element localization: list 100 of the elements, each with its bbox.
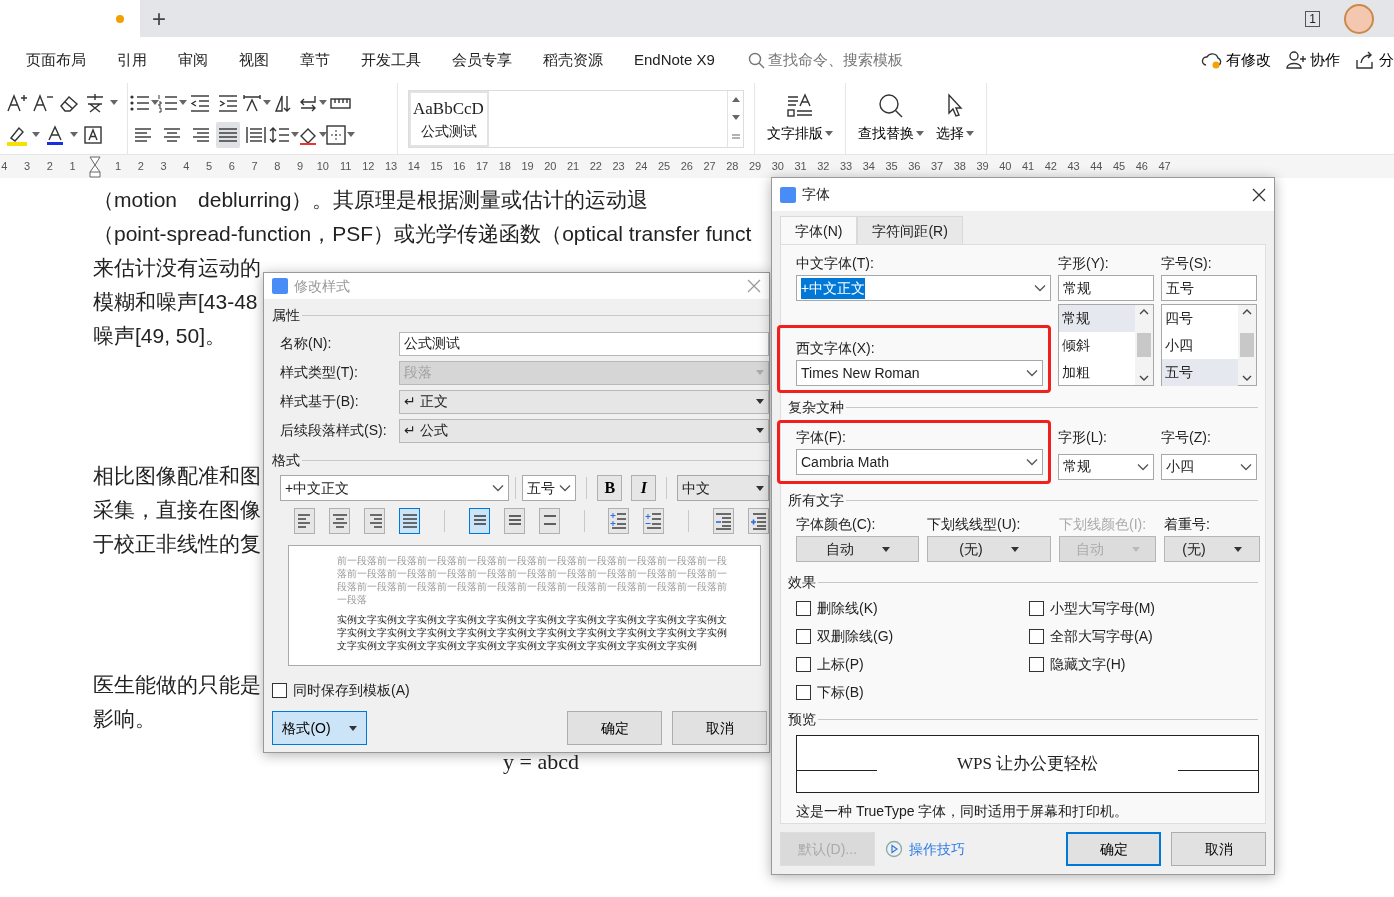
list-item[interactable]: 小四 xyxy=(1162,332,1238,359)
menu-tab[interactable]: 页面布局 xyxy=(26,48,86,72)
close-icon[interactable] xyxy=(1252,187,1266,202)
justify-button[interactable] xyxy=(398,508,420,534)
menu-tab[interactable]: 开发工具 xyxy=(361,48,421,72)
space-remove-button[interactable] xyxy=(643,508,665,534)
font-style-field[interactable]: 常规 xyxy=(1058,275,1154,301)
font-size-dropdown[interactable]: 小四 xyxy=(1161,453,1257,480)
font-style-dropdown[interactable]: 常规 xyxy=(1058,453,1154,480)
checkbox[interactable] xyxy=(1029,657,1044,672)
cancel-button[interactable]: 取消 xyxy=(672,711,767,745)
size-dropdown[interactable]: 五号 xyxy=(522,475,577,501)
justify-button[interactable] xyxy=(216,121,240,148)
search-field[interactable]: 查找命令、搜索模板 xyxy=(747,48,918,72)
bold-button[interactable]: B xyxy=(597,475,623,501)
dropdown-button[interactable]: (无) xyxy=(927,536,1051,562)
double-spacing-button[interactable] xyxy=(538,508,560,534)
ruler-number: 2 xyxy=(136,159,145,175)
menu-tab[interactable]: 章节 xyxy=(300,48,330,72)
checkbox[interactable] xyxy=(796,685,811,700)
style-dropdown[interactable]: ↵ 正文 xyxy=(399,389,769,414)
font-dropdown[interactable]: Cambria Math xyxy=(796,449,1043,475)
list-item[interactable]: 倾斜 xyxy=(1059,332,1135,359)
format-menu-button[interactable]: 格式(O) xyxy=(272,711,367,745)
select-button[interactable]: 选择 xyxy=(930,83,980,154)
borders-icon[interactable] xyxy=(325,123,347,146)
page-count-button[interactable]: 1 xyxy=(1305,10,1320,27)
dropdown-button[interactable]: (无) xyxy=(1164,536,1260,562)
scroll-up-icon[interactable] xyxy=(731,97,740,103)
single-spacing-button[interactable] xyxy=(468,508,490,534)
list-item[interactable]: 四号 xyxy=(1162,305,1238,332)
scrollbar-thumb[interactable] xyxy=(1137,333,1151,357)
align-right-button[interactable] xyxy=(363,508,385,534)
menu-tab[interactable]: 审阅 xyxy=(178,48,208,72)
field-label: 中文字体(T): xyxy=(796,254,875,273)
checkbox[interactable] xyxy=(272,683,287,698)
text-layout-button[interactable]: 文字排版 xyxy=(761,83,839,154)
app-logo-icon xyxy=(780,186,796,203)
checkbox[interactable] xyxy=(796,601,811,616)
indent-increase-button[interactable] xyxy=(748,508,770,534)
ok-button[interactable]: 确定 xyxy=(567,711,662,745)
dropdown-value: ↵ 公式 xyxy=(404,421,448,440)
indent-marker-icon[interactable] xyxy=(89,155,102,178)
dialog-tab[interactable]: 字符间距(R) xyxy=(857,216,963,244)
scroll-up-icon[interactable] xyxy=(1242,309,1252,315)
align-left-button[interactable] xyxy=(294,508,315,534)
font-dropdown[interactable]: Times New Roman xyxy=(796,360,1043,386)
style-dropdown[interactable]: ↵ 公式 xyxy=(399,418,769,443)
name-field[interactable]: 公式测试 xyxy=(399,331,769,356)
caret-icon xyxy=(70,132,78,137)
dialog-tab[interactable]: 字体(N) xyxy=(780,216,858,244)
ruler-number: 1 xyxy=(68,159,77,175)
caret-icon xyxy=(756,485,765,491)
ok-button[interactable]: 确定 xyxy=(1066,832,1161,866)
list-item[interactable]: 常规 xyxy=(1059,305,1135,332)
list-item[interactable]: 五号 xyxy=(1162,359,1238,386)
font-dropdown[interactable]: +中文正文 xyxy=(796,275,1051,301)
style-card[interactable]: AaBbCcD 公式测试 xyxy=(409,90,489,147)
checkbox[interactable] xyxy=(1029,629,1044,644)
checkbox[interactable] xyxy=(796,657,811,672)
checkbox[interactable] xyxy=(796,629,811,644)
menu-tab[interactable]: 会员专享 xyxy=(452,48,512,72)
tips-link[interactable]: 操作技巧 xyxy=(885,838,965,860)
ruler-number: 10 xyxy=(315,159,330,175)
phonetic-guide-icon[interactable] xyxy=(84,91,106,114)
italic-button[interactable]: I xyxy=(631,475,657,501)
font-size-field[interactable]: 五号 xyxy=(1161,275,1257,301)
checkbox[interactable] xyxy=(1029,601,1044,616)
scroll-up-icon[interactable] xyxy=(1139,309,1149,315)
scrollbar-thumb[interactable] xyxy=(1240,333,1254,357)
find-replace-button[interactable]: 查找替换 xyxy=(852,83,930,154)
section-heading: 复杂文种 xyxy=(788,397,844,417)
menu-tab[interactable]: 稻壳资源 xyxy=(543,48,603,72)
menu-tab[interactable]: 视图 xyxy=(239,48,269,72)
list-item[interactable]: 加粗 xyxy=(1059,359,1135,386)
indent-decrease-button[interactable] xyxy=(713,508,735,534)
script-dropdown[interactable]: 中文 xyxy=(677,475,770,501)
sync-status-button[interactable]: 有修改 xyxy=(1201,48,1271,72)
scroll-down-icon[interactable] xyxy=(1139,375,1149,381)
field-label: 后续段落样式(S): xyxy=(280,421,388,440)
menu-tab[interactable]: 引用 xyxy=(117,48,147,72)
align-center-button[interactable] xyxy=(328,508,350,534)
checkbox-label: 双删除线(G) xyxy=(817,627,894,646)
ruler-number: 12 xyxy=(361,159,376,175)
text-line: 模糊和噪声[43-48 xyxy=(93,289,258,315)
dropdown-button[interactable]: 自动 xyxy=(796,536,919,562)
cancel-button[interactable]: 取消 xyxy=(1171,832,1266,866)
font-dropdown[interactable]: +中文正文 xyxy=(280,475,510,501)
space-add-button[interactable] xyxy=(608,508,630,534)
character-border-icon[interactable] xyxy=(82,123,104,146)
new-tab-button[interactable]: + xyxy=(148,6,170,31)
scroll-down-icon[interactable] xyxy=(1242,375,1252,381)
scroll-down-icon[interactable] xyxy=(731,115,740,121)
collaborate-button[interactable]: 协作 xyxy=(1285,48,1340,72)
font-color-icon[interactable] xyxy=(44,123,66,146)
share-button[interactable]: 分 xyxy=(1354,48,1394,72)
style-name: 公式测试 xyxy=(421,122,477,141)
half-spacing-button[interactable] xyxy=(503,508,525,534)
menu-tab[interactable]: EndNote X9 xyxy=(634,48,715,72)
app-logo-icon xyxy=(272,278,288,294)
